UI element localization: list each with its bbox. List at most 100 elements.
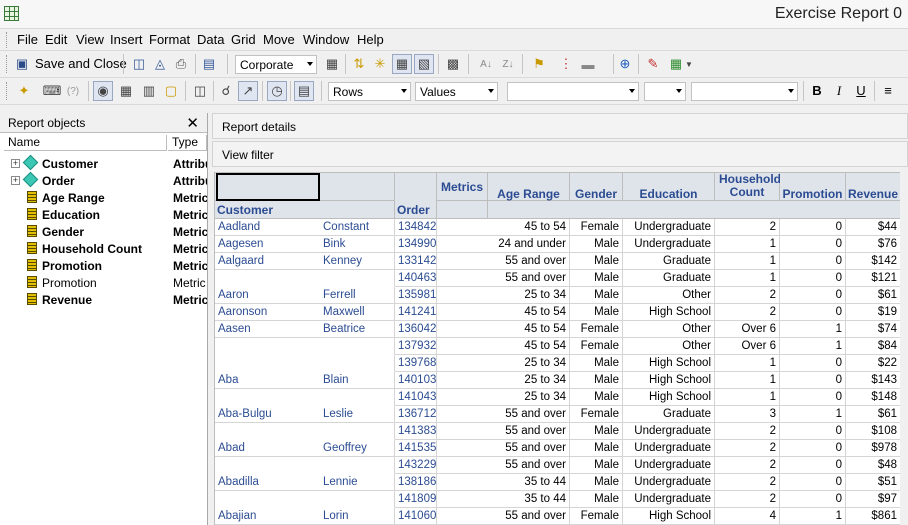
cell-order[interactable]: 140463 [395,270,437,287]
cell-revenue[interactable]: $74 [846,321,900,338]
properties-icon[interactable]: ▤ [199,54,219,74]
drill-icon[interactable]: ↗ [238,81,258,101]
report-options-icon[interactable]: ▤ [294,81,314,101]
cell-order[interactable]: 138186 [395,474,437,491]
italic-button[interactable]: I [830,82,848,100]
menu-insert[interactable]: Insert [110,32,143,47]
cell-age-range[interactable]: 55 and over [437,440,570,457]
help-icon[interactable]: (?) [63,81,83,101]
color-combo[interactable] [691,82,798,101]
cell-order[interactable]: 140103 [395,372,437,389]
cell-order[interactable]: 141241 [395,304,437,321]
object-row-promotion[interactable]: Promotion Metric [0,257,207,274]
cell-last-name[interactable]: Aalgaard [215,253,320,270]
column-header-name[interactable]: Name [4,135,167,151]
cell-household-count[interactable]: 1 [715,355,780,372]
cell-education[interactable]: Undergraduate [623,440,715,457]
cell-education[interactable]: Other [623,287,715,304]
excel-export-icon[interactable]: ▦ [666,54,686,74]
cell-first-name[interactable]: Geoffrey [320,440,395,457]
menu-format[interactable]: Format [149,32,190,47]
cell-promotion[interactable]: 0 [780,219,846,236]
cell-promotion[interactable]: 1 [780,338,846,355]
cell-age-range[interactable]: 25 to 34 [437,372,570,389]
swap-icon[interactable]: ✳ [370,54,390,74]
open-book-icon[interactable]: ◫ [129,54,149,74]
cell-household-count[interactable]: 2 [715,440,780,457]
cell-first-name[interactable]: Kenney [320,253,395,270]
cell-education[interactable]: Graduate [623,253,715,270]
cell-last-name[interactable]: Aadland [215,219,320,236]
align-left-icon[interactable]: ≡ [879,82,897,100]
cell-last-name[interactable]: Aaronson [215,304,320,321]
cell-revenue[interactable]: $121 [846,270,900,287]
cell-revenue[interactable]: $61 [846,406,900,423]
column-header-type[interactable]: Type [168,135,207,151]
cell-first-name[interactable] [320,338,395,355]
schedule-icon[interactable]: ◷ [267,81,287,101]
cell-order[interactable]: 141809 [395,491,437,508]
cell-first-name[interactable] [320,457,395,474]
cell-revenue[interactable]: $48 [846,457,900,474]
cell-household-count[interactable]: 2 [715,474,780,491]
cell-first-name[interactable] [320,423,395,440]
grid-graph-view-icon[interactable]: ▧ [414,54,434,74]
cell-age-range[interactable]: 45 to 54 [437,219,570,236]
column-header-gender[interactable]: Gender [570,173,623,201]
cell-gender[interactable]: Male [570,304,623,321]
note-icon[interactable]: ▢ [161,81,181,101]
cell-household-count[interactable]: 1 [715,236,780,253]
cell-household-count[interactable]: 3 [715,406,780,423]
cell-revenue[interactable]: $143 [846,372,900,389]
cell-order[interactable]: 135981 [395,287,437,304]
cell-revenue[interactable]: $19 [846,304,900,321]
cell-education[interactable]: Undergraduate [623,457,715,474]
rows-combo[interactable]: Rows [328,82,411,101]
menu-edit[interactable]: Edit [45,32,67,47]
save-icon[interactable]: ▣ [12,54,32,74]
cell-education[interactable]: High School [623,372,715,389]
object-row-revenue[interactable]: Revenue Metric [0,291,207,308]
print-preview-icon[interactable]: ◬ [150,54,170,74]
cell-gender[interactable]: Female [570,321,623,338]
flag-icon[interactable]: ⚑ [529,54,549,74]
cell-gender[interactable]: Male [570,236,623,253]
cell-gender[interactable]: Male [570,287,623,304]
cell-education[interactable]: High School [623,355,715,372]
cell-education[interactable]: Undergraduate [623,236,715,253]
cell-last-name[interactable] [215,423,320,440]
cell-education[interactable]: High School [623,508,715,525]
cell-education[interactable]: Undergraduate [623,491,715,508]
cell-revenue[interactable]: $148 [846,389,900,406]
cell-age-range[interactable]: 45 to 54 [437,321,570,338]
data-explorer-icon[interactable]: ▦ [116,81,136,101]
cell-age-range[interactable]: 25 to 34 [437,389,570,406]
cell-last-name[interactable]: Abadilla [215,474,320,491]
menu-view[interactable]: View [76,32,104,47]
row-header-customer[interactable]: Customer [215,201,395,219]
cell-order[interactable]: 134990 [395,236,437,253]
cell-first-name[interactable] [320,270,395,287]
cell-order[interactable]: 134842 [395,219,437,236]
cell-promotion[interactable]: 1 [780,321,846,338]
cell-age-range[interactable]: 45 to 54 [437,304,570,321]
row-header-order[interactable]: Order [395,173,437,219]
cell-promotion[interactable]: 0 [780,440,846,457]
cell-revenue[interactable]: $44 [846,219,900,236]
object-browser-icon[interactable]: ◉ [93,81,113,101]
cell-age-range[interactable]: 55 and over [437,423,570,440]
cell-revenue[interactable]: $97 [846,491,900,508]
cell-order[interactable]: 133142 [395,253,437,270]
object-row-gender[interactable]: Gender Metric [0,223,207,240]
object-row-education[interactable]: Education Metric [0,206,207,223]
cell-household-count[interactable]: 1 [715,270,780,287]
cell-education[interactable]: High School [623,389,715,406]
cell-order[interactable]: 141060 [395,508,437,525]
cell-gender[interactable]: Male [570,389,623,406]
cell-education[interactable]: Graduate [623,270,715,287]
wand-icon[interactable]: ✦ [14,81,34,101]
object-row-age-range[interactable]: Age Range Metric [0,189,207,206]
object-row-promotion-unused[interactable]: Promotion Metric [0,274,207,291]
cell-gender[interactable]: Male [570,372,623,389]
cell-gender[interactable]: Female [570,338,623,355]
